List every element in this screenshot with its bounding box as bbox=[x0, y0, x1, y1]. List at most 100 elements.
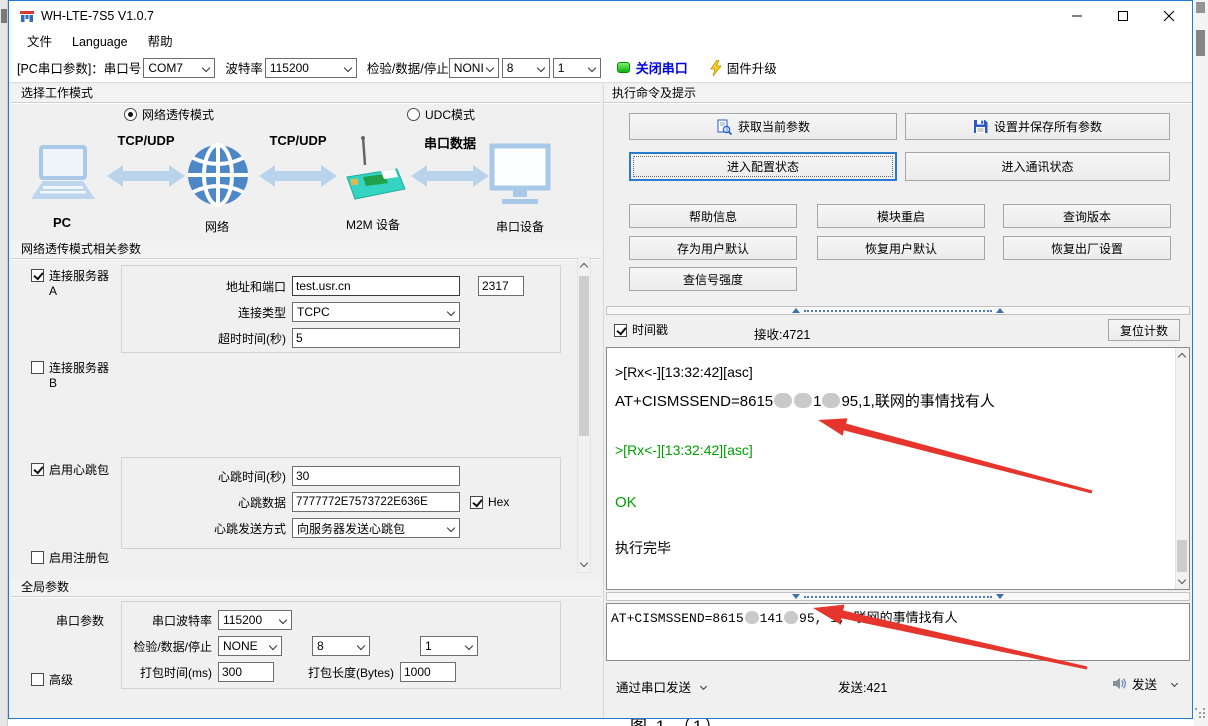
g-baud-select[interactable]: 115200 bbox=[218, 610, 292, 630]
g-databits-select[interactable]: 8 bbox=[312, 636, 370, 656]
checkbox-unchecked-icon bbox=[31, 361, 44, 374]
collapse-down-icon[interactable] bbox=[792, 594, 800, 599]
query-version-button[interactable]: 查询版本 bbox=[1003, 204, 1171, 228]
chevron-down-icon bbox=[588, 63, 596, 71]
server-b-label-line1: 连接服务器 bbox=[49, 361, 109, 376]
server-b-checkbox[interactable]: 连接服务器 B bbox=[31, 361, 109, 391]
stopbits-select[interactable]: 1 bbox=[553, 58, 601, 78]
send-options-dropdown[interactable]: 通过串口发送 bbox=[616, 677, 706, 696]
enter-config-button[interactable]: 进入配置状态 bbox=[629, 152, 897, 181]
hb-mode-select[interactable]: 向服务器发送心跳包 bbox=[292, 518, 460, 538]
maximize-button[interactable] bbox=[1100, 1, 1146, 31]
restore-user-default-button[interactable]: 恢复用户默认 bbox=[817, 236, 985, 260]
timeout-input[interactable]: 5 bbox=[292, 328, 460, 348]
double-arrow-icon bbox=[411, 163, 489, 189]
send-text-pre: AT+CISMSSEND=8615 bbox=[611, 611, 744, 626]
close-button[interactable] bbox=[1146, 1, 1192, 31]
splitter-dots bbox=[804, 310, 992, 312]
pack-len-label: 打包长度(Bytes) bbox=[284, 664, 394, 681]
checkbox-checked-icon bbox=[31, 463, 44, 476]
scroll-down-icon[interactable] bbox=[580, 559, 588, 567]
save-params-button[interactable]: 设置并保存所有参数 bbox=[905, 113, 1170, 140]
scrollbar-thumb[interactable] bbox=[579, 276, 589, 436]
collapse-up-icon[interactable] bbox=[792, 308, 800, 313]
radio-transparent-mode[interactable]: 网络透传模式 bbox=[124, 108, 214, 123]
chevron-down-icon bbox=[344, 63, 352, 71]
reset-count-button[interactable]: 复位计数 bbox=[1108, 319, 1180, 341]
baud-select[interactable]: 115200 bbox=[265, 58, 357, 78]
floppy-save-icon bbox=[973, 119, 988, 134]
radio-on-icon bbox=[124, 108, 137, 121]
g-parity-value: NONE bbox=[223, 639, 258, 653]
server-b-label-line2: B bbox=[49, 376, 109, 391]
server-a-label-line2: A bbox=[49, 284, 109, 299]
minimize-button[interactable] bbox=[1054, 1, 1100, 31]
chevron-down-icon bbox=[699, 683, 706, 690]
firmware-upgrade-button[interactable]: 固件升级 bbox=[727, 58, 777, 77]
global-params-section-header: 全局参数 bbox=[11, 579, 601, 597]
title-bar: WH-LTE-7S5 V1.0.7 bbox=[9, 1, 1192, 31]
module-restart-button[interactable]: 模块重启 bbox=[817, 204, 985, 228]
g-baud-value: 115200 bbox=[223, 613, 262, 627]
collapse-up-icon[interactable] bbox=[996, 308, 1004, 313]
databits-select[interactable]: 8 bbox=[502, 58, 550, 78]
baud-label: 波特率 bbox=[225, 58, 263, 77]
left-panel-scrollbar[interactable] bbox=[577, 257, 591, 573]
register-packet-checkbox[interactable]: 启用注册包 bbox=[31, 551, 109, 566]
pack-len-input[interactable]: 1000 bbox=[400, 662, 456, 682]
server-a-label-line1: 连接服务器 bbox=[49, 269, 109, 284]
window-title: WH-LTE-7S5 V1.0.7 bbox=[41, 9, 154, 23]
send-button[interactable]: 发送 bbox=[1112, 674, 1177, 693]
scrollbar-thumb[interactable] bbox=[1177, 540, 1187, 572]
scroll-down-icon[interactable] bbox=[1178, 576, 1186, 584]
g-parity-label: 检验/数据/停止 bbox=[122, 638, 212, 655]
background-window-sliver-right bbox=[1194, 0, 1208, 726]
laptop-icon bbox=[25, 145, 101, 205]
log-at-post: 95,1,联网的事情找有人 bbox=[841, 393, 994, 410]
collapse-down-icon[interactable] bbox=[996, 594, 1004, 599]
heartbeat-checkbox[interactable]: 启用心跳包 bbox=[31, 463, 109, 478]
hb-data-input[interactable]: 7777772E7573722E636E bbox=[292, 492, 460, 512]
help-info-button[interactable]: 帮助信息 bbox=[629, 204, 797, 228]
timeout-label: 超时时间(秒) bbox=[122, 330, 286, 347]
g-parity-select[interactable]: NONE bbox=[218, 636, 282, 656]
chevron-down-icon bbox=[279, 616, 287, 624]
monitor-icon bbox=[489, 143, 551, 207]
server-port-input[interactable]: 2317 bbox=[478, 276, 524, 296]
baud-value: 115200 bbox=[270, 61, 309, 75]
hex-checkbox[interactable]: Hex bbox=[470, 495, 509, 510]
server-a-group: 地址和端口 test.usr.cn 2317 连接类型 TCPC 超时时间(秒)… bbox=[121, 265, 561, 353]
server-a-checkbox[interactable]: 连接服务器 A bbox=[31, 269, 109, 299]
parity-select[interactable]: NONI bbox=[449, 58, 499, 78]
hb-time-input[interactable]: 30 bbox=[292, 466, 460, 486]
save-user-default-button[interactable]: 存为用户默认 bbox=[629, 236, 797, 260]
conn-type-select[interactable]: TCPC bbox=[292, 302, 460, 322]
log-scrollbar[interactable] bbox=[1175, 348, 1189, 589]
com-port-select[interactable]: COM7 bbox=[143, 58, 215, 78]
log-at-mid: 1 bbox=[813, 393, 821, 410]
enter-comm-label: 进入通讯状态 bbox=[1001, 158, 1073, 175]
advanced-checkbox[interactable]: 高级 bbox=[31, 673, 73, 688]
enter-comm-button[interactable]: 进入通讯状态 bbox=[905, 152, 1170, 181]
scroll-up-icon[interactable] bbox=[1178, 353, 1186, 361]
log-splitter-top[interactable] bbox=[606, 306, 1190, 315]
pc-label: PC bbox=[53, 215, 71, 230]
global-serial-group: 串口波特率 115200 检验/数据/停止 NONE 8 bbox=[121, 601, 561, 689]
checkbox-checked-icon bbox=[470, 496, 483, 509]
radio-udc-mode[interactable]: UDC模式 bbox=[407, 108, 475, 123]
pack-time-input[interactable]: 300 bbox=[218, 662, 274, 682]
resize-grip[interactable] bbox=[1195, 708, 1197, 710]
g-stopbits-select[interactable]: 1 bbox=[420, 636, 478, 656]
factory-reset-button[interactable]: 恢复出厂设置 bbox=[1003, 236, 1171, 260]
server-address-input[interactable]: test.usr.cn bbox=[292, 276, 460, 296]
scroll-up-icon[interactable] bbox=[580, 263, 588, 271]
net-params-section-header: 网络透传模式相关参数 bbox=[11, 241, 601, 259]
menu-help[interactable]: 帮助 bbox=[138, 31, 183, 53]
query-signal-button[interactable]: 查信号强度 bbox=[629, 267, 797, 291]
serial-params-label: 串口参数 bbox=[56, 612, 104, 629]
timestamp-checkbox[interactable]: 时间戳 bbox=[614, 323, 668, 338]
menu-file[interactable]: 文件 bbox=[17, 31, 62, 53]
get-params-button[interactable]: 获取当前参数 bbox=[629, 113, 897, 140]
close-port-button[interactable]: 关闭串口 bbox=[636, 58, 688, 77]
menu-language[interactable]: Language bbox=[62, 31, 138, 53]
